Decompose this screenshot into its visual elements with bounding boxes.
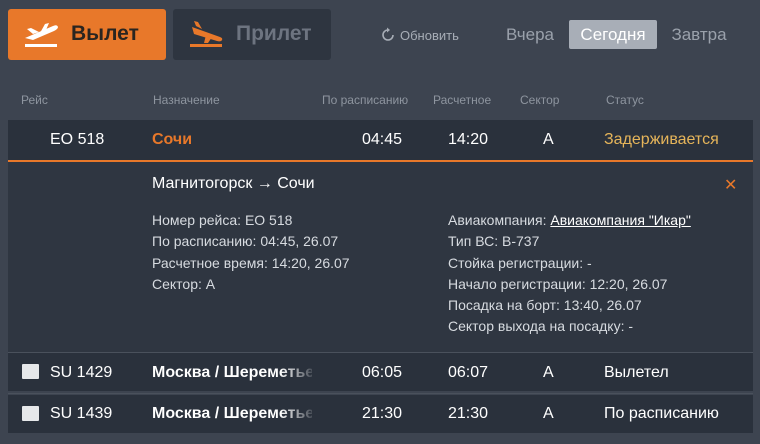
column-header-estimated: Расчетное: [433, 93, 492, 107]
plane-landing-icon: [190, 21, 223, 47]
flight-estimated-time: 21:30: [448, 405, 489, 422]
detail-checkin-desk: Стойка регистрации: -: [448, 255, 592, 271]
detail-aircraft-type: Тип ВС: B-737: [448, 233, 540, 249]
flight-status: Вылетел: [604, 364, 669, 381]
flight-destination: Москва / Шереметьево: [152, 405, 312, 422]
airline-link[interactable]: Авиакомпания "Икар": [550, 212, 690, 228]
detail-flight-number: Номер рейса: EO 518: [152, 212, 293, 228]
flight-scheduled-time: 04:45: [362, 131, 403, 148]
close-icon[interactable]: ✕: [724, 175, 737, 195]
airline-logo-icon: [22, 406, 39, 421]
flight-sector: A: [543, 131, 554, 148]
tab-arrivals-label: Прилет: [236, 22, 312, 45]
airline-logo-icon: [22, 364, 39, 379]
detail-boarding: Посадка на борт: 13:40, 26.07: [448, 297, 642, 313]
column-header-sector: Сектор: [520, 93, 560, 107]
flight-estimated-time: 14:20: [448, 131, 489, 148]
plane-takeoff-icon: [25, 23, 58, 47]
refresh-button[interactable]: Обновить: [380, 27, 459, 43]
detail-sector: Сектор: A: [152, 276, 216, 292]
day-today[interactable]: Сегодня: [569, 20, 657, 49]
refresh-label: Обновить: [400, 27, 459, 43]
column-header-status: Статус: [606, 93, 644, 107]
flight-sector: A: [543, 364, 554, 381]
flight-destination: Сочи: [152, 131, 193, 148]
flight-scheduled-time: 06:05: [362, 364, 403, 381]
flight-estimated-time: 06:07: [448, 364, 489, 381]
flight-status: Задерживается: [604, 131, 719, 148]
column-header-flight: Рейс: [21, 93, 48, 107]
flight-details-panel: [8, 162, 753, 352]
detail-scheduled: По расписанию: 04:45, 26.07: [152, 233, 339, 249]
flight-number: EO 518: [50, 131, 105, 148]
column-header-destination: Назначение: [153, 93, 220, 107]
flight-destination: Москва / Шереметьево: [152, 364, 312, 381]
flight-number: SU 1429: [50, 364, 113, 381]
day-tomorrow[interactable]: Завтра: [665, 20, 733, 49]
detail-gate: Сектор выхода на посадку: -: [448, 318, 634, 334]
flight-route: Магнитогорск → Сочи: [152, 175, 315, 192]
detail-airline-label: Авиакомпания:: [448, 212, 547, 228]
top-bar: Вылет Прилет Обновить Вчера Сегодня Завт…: [0, 0, 760, 70]
row-divider: [8, 393, 753, 394]
flight-sector: A: [543, 405, 554, 422]
flight-scheduled-time: 21:30: [362, 405, 403, 422]
tab-departures[interactable]: Вылет: [8, 9, 166, 60]
detail-estimated: Расчетное время: 14:20, 26.07: [152, 255, 350, 271]
tab-departures-label: Вылет: [71, 22, 139, 45]
detail-checkin-start: Начало регистрации: 12:20, 26.07: [448, 276, 668, 292]
day-yesterday[interactable]: Вчера: [499, 20, 561, 49]
detail-airline: Авиакомпания: Авиакомпания "Икар": [448, 212, 691, 228]
flight-status: По расписанию: [604, 405, 719, 422]
tab-arrivals[interactable]: Прилет: [173, 9, 331, 60]
column-header-scheduled: По расписанию: [322, 93, 409, 107]
refresh-icon: [382, 27, 394, 41]
flight-number: SU 1439: [50, 405, 113, 422]
